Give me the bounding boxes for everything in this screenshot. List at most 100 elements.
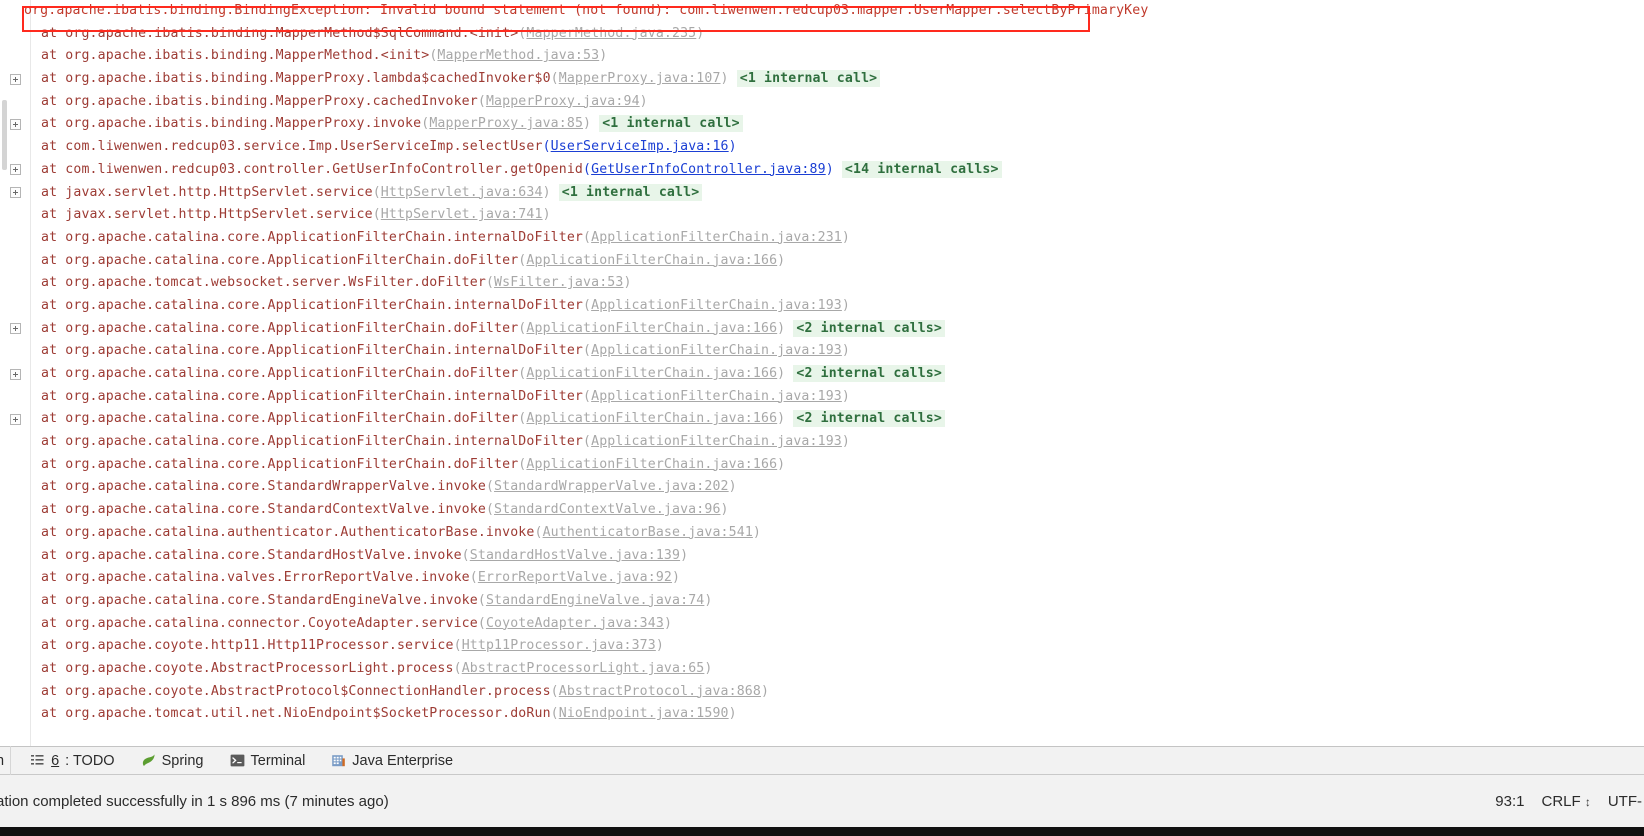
line-separator-indicator[interactable]: CRLF ↕ <box>1542 793 1591 810</box>
source-file-link[interactable]: MapperProxy.java:85 <box>429 116 583 131</box>
caret-position-indicator[interactable]: 93:1 <box>1495 793 1524 810</box>
source-file-link[interactable]: HttpServlet.java:741 <box>381 207 543 222</box>
expand-fold-icon[interactable] <box>10 118 21 130</box>
source-file-link[interactable]: AbstractProcessorLight.java:65 <box>462 661 705 676</box>
at-keyword: at <box>41 229 66 245</box>
source-file-link[interactable]: MapperMethod.java:235 <box>526 26 696 41</box>
stacktrace-line[interactable]: at org.apache.catalina.core.StandardWrap… <box>0 476 1644 499</box>
stacktrace-line[interactable]: at org.apache.tomcat.util.net.NioEndpoin… <box>0 703 1644 726</box>
tool-window-button-terminal[interactable]: Terminal <box>217 746 319 775</box>
source-file-link[interactable]: GetUserInfoController.java:89 <box>591 162 826 177</box>
source-file-link[interactable]: WsFilter.java:53 <box>494 275 623 290</box>
stacktrace-line[interactable]: at org.apache.catalina.core.ApplicationF… <box>0 295 1644 318</box>
tool-window-button-spring[interactable]: Spring <box>128 746 217 775</box>
close-paren: ) <box>639 93 648 109</box>
frame-method: org.apache.catalina.core.ApplicationFilt… <box>65 388 584 404</box>
source-file-link[interactable]: AuthenticatorBase.java:541 <box>543 525 753 540</box>
source-file-link[interactable]: ErrorReportValve.java:92 <box>478 570 672 585</box>
source-file-link[interactable]: ApplicationFilterChain.java:193 <box>591 389 842 404</box>
close-paren: ) <box>777 366 786 381</box>
source-file-link[interactable]: StandardHostValve.java:139 <box>470 548 680 563</box>
stacktrace-line[interactable]: at org.apache.catalina.core.ApplicationF… <box>0 340 1644 363</box>
source-file-link[interactable]: UserServiceImp.java:16 <box>551 139 729 154</box>
tool-window-bar[interactable]: n 6: TODO Spring Terminal Java Enterprise <box>0 746 1644 775</box>
open-paren: ( <box>453 638 462 654</box>
stacktrace-line[interactable]: at org.apache.catalina.authenticator.Aut… <box>0 522 1644 545</box>
tool-window-partial-label[interactable]: n <box>0 753 10 769</box>
internal-calls-fold[interactable]: <1 internal call> <box>599 115 743 133</box>
source-file-link[interactable]: ApplicationFilterChain.java:193 <box>591 434 842 449</box>
open-paren: ( <box>469 570 478 586</box>
stacktrace-line[interactable]: at org.apache.catalina.connector.CoyoteA… <box>0 613 1644 636</box>
source-file-link[interactable]: StandardWrapperValve.java:202 <box>494 479 729 494</box>
source-file-link[interactable]: StandardEngineValve.java:74 <box>486 593 704 608</box>
stacktrace-line[interactable]: at org.apache.catalina.core.ApplicationF… <box>0 386 1644 409</box>
stacktrace-line[interactable]: at org.apache.catalina.core.ApplicationF… <box>0 250 1644 273</box>
tool-window-button-todo[interactable]: 6: TODO <box>17 746 128 775</box>
run-console-output[interactable]: org.apache.ibatis.binding.BindingExcepti… <box>0 0 1644 746</box>
source-file-link[interactable]: MapperProxy.java:94 <box>486 94 640 109</box>
close-paren: ) <box>542 184 551 200</box>
source-file-link[interactable]: AbstractProtocol.java:868 <box>559 684 761 699</box>
stacktrace-line[interactable]: at com.liwenwen.redcup03.controller.GetU… <box>0 159 1644 182</box>
source-file-link[interactable]: NioEndpoint.java:1590 <box>559 706 729 721</box>
stacktrace-line[interactable]: at org.apache.catalina.core.ApplicationF… <box>0 431 1644 454</box>
stacktrace-line[interactable]: at org.apache.catalina.core.ApplicationF… <box>0 454 1644 477</box>
expand-fold-icon[interactable] <box>10 368 21 380</box>
internal-calls-fold[interactable]: <14 internal calls> <box>841 160 1002 178</box>
encoding-indicator[interactable]: UTF- <box>1608 793 1642 810</box>
expand-fold-icon[interactable] <box>10 413 21 425</box>
stacktrace-line[interactable]: at org.apache.ibatis.binding.MapperProxy… <box>0 91 1644 114</box>
close-paren: ) <box>728 479 737 495</box>
source-file-link[interactable]: HttpServlet.java:634 <box>381 185 543 200</box>
expand-fold-icon[interactable] <box>10 187 21 198</box>
stacktrace-line[interactable]: at org.apache.ibatis.binding.MapperProxy… <box>0 68 1644 91</box>
stacktrace-line[interactable]: at org.apache.coyote.http11.Http11Proces… <box>0 635 1644 658</box>
expand-fold-icon[interactable] <box>10 164 21 176</box>
internal-calls-fold[interactable]: <2 internal calls> <box>793 365 945 382</box>
source-file-link[interactable]: StandardContextValve.java:96 <box>494 502 721 517</box>
stacktrace-text: at org.apache.catalina.core.StandardHost… <box>41 545 688 568</box>
updown-arrow-icon: ↕ <box>1584 794 1591 809</box>
stacktrace-line[interactable]: at com.liwenwen.redcup03.service.Imp.Use… <box>0 136 1644 159</box>
stacktrace-line[interactable]: at org.apache.tomcat.websocket.server.Ws… <box>0 272 1644 295</box>
source-file-link[interactable]: ApplicationFilterChain.java:166 <box>526 253 777 268</box>
stacktrace-line[interactable]: at org.apache.catalina.valves.ErrorRepor… <box>0 567 1644 590</box>
frame-method: org.apache.catalina.core.ApplicationFilt… <box>65 411 519 427</box>
exception-header-line[interactable]: org.apache.ibatis.binding.BindingExcepti… <box>0 0 1644 23</box>
internal-calls-fold[interactable]: <1 internal call> <box>736 70 881 88</box>
source-file-link[interactable]: ApplicationFilterChain.java:166 <box>526 411 777 426</box>
expand-fold-icon[interactable] <box>10 73 21 85</box>
stacktrace-line[interactable]: at org.apache.catalina.core.ApplicationF… <box>0 318 1644 341</box>
stacktrace-line[interactable]: at org.apache.ibatis.binding.MapperMetho… <box>0 23 1644 46</box>
stacktrace-line[interactable]: at javax.servlet.http.HttpServlet.servic… <box>0 204 1644 227</box>
close-paren: ) <box>680 547 689 563</box>
source-file-link[interactable]: ApplicationFilterChain.java:193 <box>591 343 842 358</box>
stacktrace-line[interactable]: at org.apache.catalina.core.StandardHost… <box>0 545 1644 568</box>
stacktrace-line[interactable]: at org.apache.ibatis.binding.MapperProxy… <box>0 113 1644 136</box>
source-file-link[interactable]: Http11Processor.java:373 <box>462 638 656 653</box>
stacktrace-line[interactable]: at org.apache.ibatis.binding.MapperMetho… <box>0 45 1644 68</box>
source-file-link[interactable]: CoyoteAdapter.java:343 <box>486 616 664 631</box>
internal-calls-fold[interactable]: <2 internal calls> <box>793 319 945 337</box>
stacktrace-line[interactable]: at org.apache.catalina.core.ApplicationF… <box>0 227 1644 250</box>
source-file-link[interactable]: ApplicationFilterChain.java:166 <box>526 321 777 336</box>
tool-window-button-javaenterprise[interactable]: Java Enterprise <box>318 746 466 775</box>
stacktrace-line[interactable]: at org.apache.catalina.core.StandardEngi… <box>0 590 1644 613</box>
source-file-link[interactable]: ApplicationFilterChain.java:166 <box>526 366 777 381</box>
source-file-link[interactable]: MapperMethod.java:53 <box>437 48 599 63</box>
stacktrace-line[interactable]: at org.apache.catalina.core.ApplicationF… <box>0 363 1644 386</box>
expand-fold-icon[interactable] <box>10 323 21 335</box>
stacktrace-line[interactable]: at org.apache.coyote.AbstractProcessorLi… <box>0 658 1644 681</box>
source-file-link[interactable]: ApplicationFilterChain.java:193 <box>591 298 842 313</box>
internal-calls-fold[interactable]: <1 internal call> <box>558 183 703 201</box>
stacktrace-line[interactable]: at org.apache.catalina.core.ApplicationF… <box>0 408 1644 431</box>
stacktrace-line[interactable]: at javax.servlet.http.HttpServlet.servic… <box>0 182 1644 205</box>
stacktrace-line[interactable]: at org.apache.coyote.AbstractProtocol$Co… <box>0 681 1644 704</box>
source-file-link[interactable]: ApplicationFilterChain.java:166 <box>526 457 777 472</box>
stacktrace-line[interactable]: at org.apache.catalina.core.StandardCont… <box>0 499 1644 522</box>
close-paren: ) <box>696 25 705 41</box>
source-file-link[interactable]: ApplicationFilterChain.java:231 <box>591 230 842 245</box>
internal-calls-fold[interactable]: <2 internal calls> <box>793 410 945 428</box>
source-file-link[interactable]: MapperProxy.java:107 <box>559 71 721 86</box>
